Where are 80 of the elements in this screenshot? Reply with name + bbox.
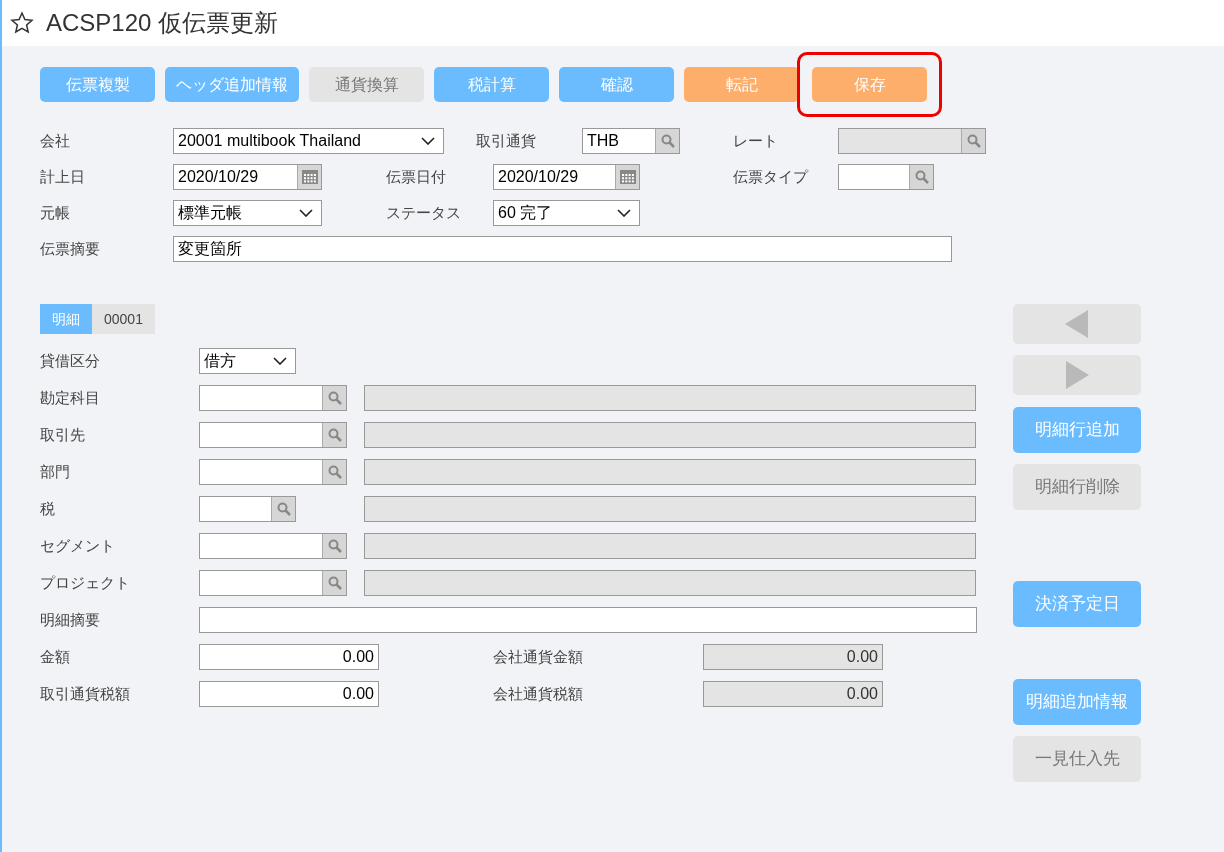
chevron-down-icon <box>299 209 313 217</box>
calendar-icon <box>301 170 318 184</box>
text-field[interactable] <box>199 607 977 633</box>
field-label: 部門 <box>40 461 71 482</box>
field-label: プロジェクト <box>40 572 131 593</box>
search-icon <box>914 170 929 184</box>
detail-tab[interactable]: 明細 <box>40 304 92 334</box>
search-button[interactable] <box>322 460 346 484</box>
toolbar-button[interactable]: 伝票複製 <box>40 67 155 102</box>
company-amount-field: 0.00 <box>703 681 883 707</box>
lookup-field[interactable] <box>838 164 934 190</box>
field-label: 取引通貨 <box>476 130 537 151</box>
field-label: 税 <box>40 498 56 519</box>
search-icon <box>327 465 342 479</box>
field-label: 会社通貨税額 <box>493 683 584 704</box>
lookup-field[interactable] <box>199 533 347 559</box>
lookup-field[interactable] <box>199 422 347 448</box>
amount-field[interactable]: 0.00 <box>199 644 379 670</box>
field-label: 計上日 <box>40 166 86 187</box>
select-field[interactable]: 標準元帳 <box>173 200 322 226</box>
search-button[interactable] <box>655 129 679 153</box>
search-icon <box>327 576 342 590</box>
search-icon <box>966 134 981 148</box>
field-label: 元帳 <box>40 202 71 223</box>
search-icon <box>327 391 342 405</box>
search-button[interactable] <box>909 165 933 189</box>
chevron-down-icon <box>421 137 435 145</box>
side-button[interactable]: 明細行追加 <box>1013 407 1141 453</box>
search-button[interactable] <box>271 497 295 521</box>
triangle-left-icon <box>1065 310 1089 338</box>
side-button[interactable]: 決済予定日 <box>1013 581 1141 627</box>
lookup-field[interactable]: THB <box>582 128 680 154</box>
toolbar-button[interactable]: 税計算 <box>434 67 549 102</box>
calendar-icon <box>619 170 636 184</box>
search-icon <box>327 539 342 553</box>
field-label: セグメント <box>40 535 116 556</box>
toolbar-button[interactable]: ヘッダ追加情報 <box>165 67 299 102</box>
field-label: 取引先 <box>40 424 86 445</box>
amount-field[interactable]: 0.00 <box>199 681 379 707</box>
search-icon <box>276 502 291 516</box>
triangle-right-icon <box>1065 361 1089 389</box>
toolbar-button[interactable]: 確認 <box>559 67 674 102</box>
select-field[interactable]: 借方 <box>199 348 296 374</box>
lookup-field[interactable] <box>199 570 347 596</box>
calendar-button[interactable] <box>297 165 321 189</box>
field-label: 貸借区分 <box>40 350 101 371</box>
select-field[interactable]: 60 完了 <box>493 200 640 226</box>
search-button[interactable] <box>322 571 346 595</box>
search-icon <box>327 428 342 442</box>
field-label: ステータス <box>386 202 462 223</box>
field-label: 金額 <box>40 646 71 667</box>
text-field[interactable]: 変更箇所 <box>173 236 952 262</box>
select-field[interactable]: 20001 multibook Thailand <box>173 128 444 154</box>
date-field[interactable]: 2020/10/29 <box>173 164 322 190</box>
field-label: 会社通貨金額 <box>493 646 584 667</box>
lookup-field[interactable] <box>199 459 347 485</box>
detail-tab[interactable]: 00001 <box>92 304 155 334</box>
star-icon[interactable] <box>10 11 34 35</box>
date-field[interactable]: 2020/10/29 <box>493 164 640 190</box>
search-icon <box>660 134 675 148</box>
chevron-down-icon <box>617 209 631 217</box>
lookup-field[interactable] <box>199 496 296 522</box>
chevron-down-icon <box>273 357 287 365</box>
search-button[interactable] <box>322 423 346 447</box>
field-label: 会社 <box>40 130 71 151</box>
field-label: 伝票タイプ <box>733 166 810 187</box>
company-amount-field: 0.00 <box>703 644 883 670</box>
field-label: 伝票日付 <box>386 166 447 187</box>
side-button[interactable]: 明細追加情報 <box>1013 679 1141 725</box>
search-button[interactable] <box>322 386 346 410</box>
lookup-field[interactable] <box>199 385 347 411</box>
field-label: レート <box>733 130 779 151</box>
calendar-button[interactable] <box>615 165 639 189</box>
page-title: ACSP120 仮伝票更新 <box>46 8 279 38</box>
toolbar-button[interactable]: 通貨換算 <box>309 67 424 102</box>
search-button[interactable] <box>322 534 346 558</box>
field-label: 勘定科目 <box>40 387 101 408</box>
field-label: 明細摘要 <box>40 609 101 630</box>
field-label: 取引通貨税額 <box>40 683 131 704</box>
field-label: 伝票摘要 <box>40 238 101 259</box>
